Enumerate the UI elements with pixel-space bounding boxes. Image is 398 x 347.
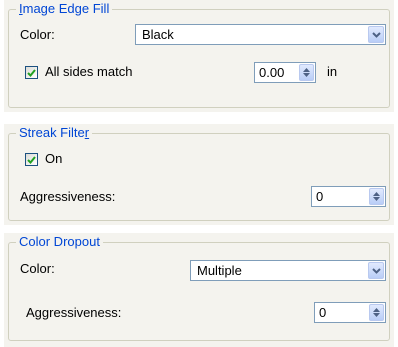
- streak-aggressiveness-value: 0: [316, 189, 324, 204]
- image-edge-fill-panel: Image Edge Fill Color: Black All sides m…: [4, 0, 394, 112]
- color-dropout-title: Color Dropout: [16, 234, 103, 250]
- streak-aggressiveness-label: Aggressiveness:: [20, 189, 116, 204]
- streak-filter-title: Streak Filter: [16, 125, 93, 141]
- streak-filter-panel: Streak Filter On Aggressiveness: 0: [4, 124, 394, 225]
- all-sides-match-label: All sides match: [45, 64, 133, 79]
- dropout-color-value: Multiple: [197, 263, 242, 278]
- edge-fill-unit-label: in: [327, 64, 338, 79]
- image-edge-fill-title: Image Edge Fill: [16, 1, 113, 17]
- all-sides-match-checkbox[interactable]: [25, 66, 38, 79]
- dropout-color-label: Color:: [20, 261, 55, 276]
- image-edge-fill-group: Image Edge Fill Color: Black All sides m…: [8, 1, 390, 108]
- dropout-aggressiveness-value: 0: [319, 305, 327, 320]
- edge-fill-color-label: Color:: [20, 27, 55, 42]
- dropout-aggressiveness-spinner[interactable]: 0: [314, 302, 386, 323]
- chevron-down-icon[interactable]: [368, 262, 384, 279]
- edge-fill-amount-spinner[interactable]: 0.00: [254, 62, 316, 83]
- chevron-down-icon[interactable]: [368, 26, 384, 43]
- edge-fill-color-value: Black: [142, 27, 174, 42]
- checkmark-icon: [27, 155, 36, 164]
- streak-filter-on-checkbox[interactable]: [25, 153, 38, 166]
- edge-fill-color-select[interactable]: Black: [135, 24, 386, 45]
- spin-arrows-icon[interactable]: [299, 64, 314, 81]
- color-dropout-group: Color Dropout Color: Multiple Aggressive…: [8, 234, 390, 341]
- dropout-aggressiveness-label: Aggressiveness:: [26, 305, 122, 320]
- streak-filter-on-label: On: [45, 151, 63, 166]
- streak-aggressiveness-spinner[interactable]: 0: [311, 186, 386, 207]
- color-dropout-panel: Color Dropout Color: Multiple Aggressive…: [4, 233, 394, 347]
- spin-arrows-icon[interactable]: [369, 304, 384, 321]
- checkmark-icon: [27, 68, 36, 77]
- dropout-color-select[interactable]: Multiple: [190, 260, 386, 281]
- spin-arrows-icon[interactable]: [369, 188, 384, 205]
- edge-fill-amount-value: 0.00: [259, 65, 285, 80]
- streak-filter-group: Streak Filter On Aggressiveness: 0: [8, 125, 390, 221]
